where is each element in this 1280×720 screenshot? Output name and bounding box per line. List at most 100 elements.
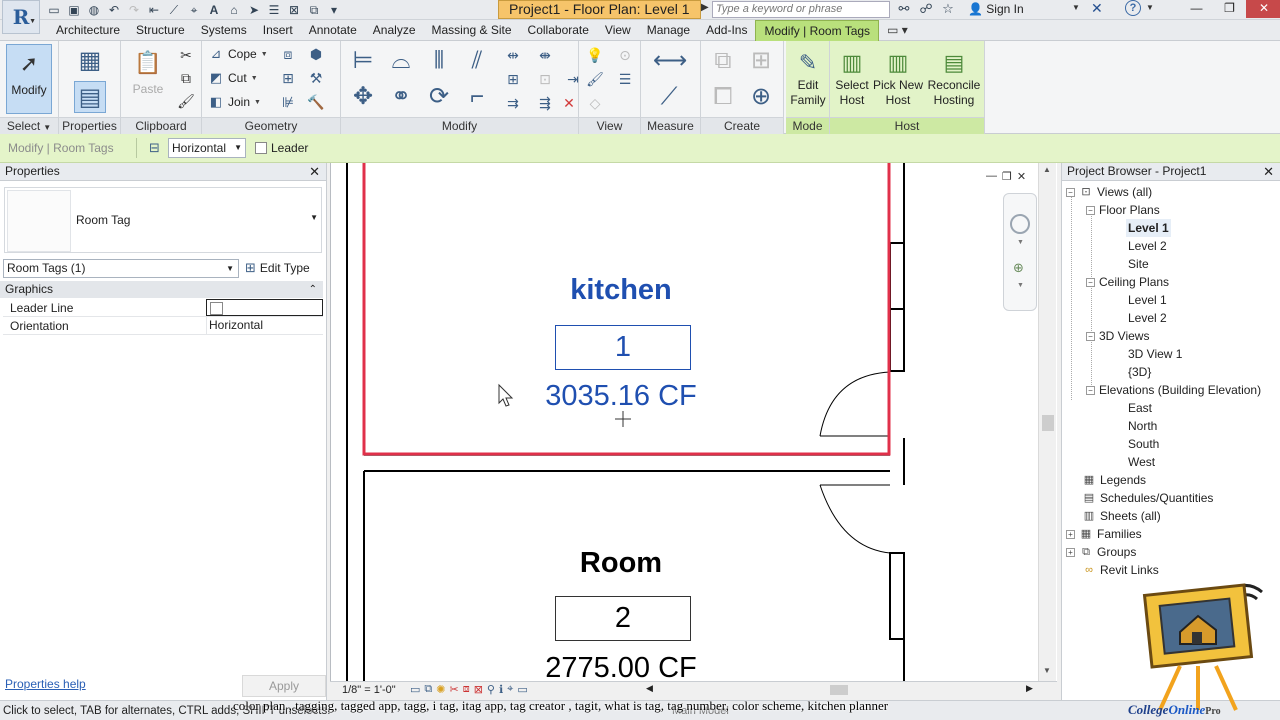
open-icon[interactable]: ▭: [46, 3, 62, 17]
view-override-icon[interactable]: ⊙: [615, 45, 635, 65]
split-icon[interactable]: ⇹: [503, 45, 523, 65]
scroll-thumb[interactable]: [1042, 415, 1054, 431]
scroll-down-icon[interactable]: ▼: [1043, 666, 1051, 675]
tree-node-level-2[interactable]: Level 2: [1128, 237, 1167, 255]
split-gap-icon[interactable]: ⇼: [535, 45, 555, 65]
beam-join-icon[interactable]: ⊯: [278, 92, 298, 112]
join-button[interactable]: ◧ Join ▼: [208, 92, 261, 112]
temporary-hide-icon[interactable]: ⚲: [487, 683, 495, 696]
chevron-down-icon[interactable]: ▼: [1146, 3, 1154, 12]
tab-systems[interactable]: Systems: [193, 20, 255, 41]
cut-geometry-button[interactable]: ◩ Cut ▼: [208, 68, 258, 88]
paste-button[interactable]: 📋 Paste: [125, 44, 171, 114]
sign-in-button[interactable]: 👤 Sign In: [968, 2, 1024, 16]
steering-wheel-icon[interactable]: [1010, 214, 1030, 234]
text-icon[interactable]: A: [206, 3, 222, 17]
undo-icon[interactable]: ↶: [106, 3, 122, 17]
orientation-select[interactable]: Horizontal ▼: [168, 138, 246, 158]
tree-node-3d-views[interactable]: −3D Views: [1086, 327, 1149, 345]
horizontal-scroll-thumb[interactable]: [830, 685, 848, 695]
thin-lines-icon[interactable]: ☰: [266, 3, 282, 17]
detail-level-icon[interactable]: ▭: [410, 683, 420, 696]
switch-windows-icon[interactable]: ⧉: [306, 3, 322, 17]
create-group-icon[interactable]: ⧠: [707, 81, 739, 113]
cope-button[interactable]: ⊿ Cope ▼: [208, 44, 268, 64]
close-icon[interactable]: ✕: [1263, 163, 1274, 180]
subscription-icon[interactable]: ☍: [918, 1, 934, 17]
wall-joins-icon[interactable]: ⧈: [278, 44, 298, 64]
room-number-tag[interactable]: 2: [555, 596, 691, 641]
dimension-icon[interactable]: ⟋: [166, 3, 182, 17]
trim-icon[interactable]: ⌐: [461, 81, 493, 113]
leader-checkbox[interactable]: [255, 142, 267, 154]
exchange-apps-icon[interactable]: ✕: [1091, 0, 1103, 17]
cut-icon[interactable]: ✂: [176, 45, 196, 65]
demolish-icon[interactable]: ⚒: [306, 68, 326, 88]
help-icon[interactable]: ?: [1125, 0, 1141, 16]
tree-node-floor-plans[interactable]: − Floor Plans: [1086, 201, 1160, 219]
close-icon[interactable]: ✕: [1017, 170, 1026, 183]
trim-multiple-icon[interactable]: ⇶: [535, 93, 555, 113]
ribbon-display-toggle[interactable]: ▭ ▾: [879, 20, 916, 41]
tab-add-ins[interactable]: Add-Ins: [698, 20, 755, 41]
tree-node-elevations[interactable]: − Elevations (Building Elevation): [1086, 381, 1261, 399]
redo-icon[interactable]: ↷: [126, 3, 142, 17]
tree-node-views[interactable]: − ⊡ Views (all): [1066, 183, 1152, 201]
chevron-right-icon[interactable]: ▶: [701, 2, 709, 13]
tree-node-sheets[interactable]: ▥ Sheets (all): [1082, 507, 1161, 525]
reveal-hidden-icon[interactable]: ℹ: [499, 683, 503, 696]
tree-node-west[interactable]: West: [1128, 453, 1155, 471]
3d-view-icon[interactable]: ⌂: [226, 3, 242, 17]
properties-icon[interactable]: ▤: [74, 81, 106, 113]
tab-collaborate[interactable]: Collaborate: [520, 20, 597, 41]
create-similar-icon[interactable]: ⊕: [745, 81, 777, 113]
mirror-draw-icon[interactable]: ⫽: [461, 45, 493, 77]
expand-toggle[interactable]: +: [1066, 547, 1075, 557]
modify-button[interactable]: ➚ Modify: [6, 44, 52, 114]
split-face-icon[interactable]: ⊞: [278, 68, 298, 88]
unpin-icon[interactable]: ⇉: [503, 93, 523, 113]
paintbrush-icon[interactable]: 🖌: [585, 69, 605, 89]
scroll-right-icon[interactable]: ▶: [1026, 683, 1033, 694]
close-icon[interactable]: ✕: [309, 163, 320, 180]
restore-icon[interactable]: ❐: [1002, 170, 1012, 183]
tree-node-groups[interactable]: + ⧉ Groups: [1066, 543, 1136, 561]
leader-line-checkbox[interactable]: [206, 299, 323, 316]
aligned-dimension-icon[interactable]: ⟋: [653, 81, 685, 113]
tab-architecture[interactable]: Architecture: [48, 20, 128, 41]
tab-structure[interactable]: Structure: [128, 20, 193, 41]
save-icon[interactable]: ▣: [66, 3, 82, 17]
tree-node-level-1[interactable]: Level 1: [1126, 219, 1171, 237]
chevron-down-icon[interactable]: ▼: [1017, 282, 1024, 289]
scroll-up-icon[interactable]: ▲: [1043, 165, 1051, 174]
binoculars-icon[interactable]: ⚯: [896, 1, 912, 17]
drawing-area[interactable]: kitchen 1 3035.16 CF Room 2 2775.00 CF —…: [330, 163, 1057, 681]
scroll-left-icon[interactable]: ◀: [646, 683, 653, 694]
edit-family-button[interactable]: ✎ Edit Family: [786, 44, 830, 114]
create-parts-icon[interactable]: ⊞: [745, 45, 777, 77]
close-icon[interactable]: ✕: [1246, 0, 1280, 18]
align-icon[interactable]: ⊨: [347, 45, 379, 77]
tree-node-ceiling-level-2[interactable]: Level 2: [1128, 309, 1167, 327]
star-icon[interactable]: ☆: [940, 1, 956, 17]
rotate-icon[interactable]: ⟳: [423, 81, 455, 113]
delete-icon[interactable]: ✕: [559, 93, 579, 113]
tree-node-site[interactable]: Site: [1128, 255, 1149, 273]
mirror-axis-icon[interactable]: ⫴: [423, 45, 455, 77]
room-volume-tag[interactable]: 3035.16 CF: [511, 380, 731, 413]
tree-node-east[interactable]: East: [1128, 399, 1152, 417]
section-icon[interactable]: ➤: [246, 3, 262, 17]
tab-analyze[interactable]: Analyze: [365, 20, 424, 41]
room-name-tag[interactable]: kitchen: [521, 274, 721, 307]
crop-view-icon[interactable]: ⧈: [463, 683, 470, 696]
hide-icon[interactable]: ◇: [585, 93, 605, 113]
view-scale[interactable]: 1/8" = 1'-0": [342, 684, 396, 696]
lightbulb-icon[interactable]: 💡: [585, 45, 605, 65]
crop-region-icon[interactable]: ⊠: [474, 683, 483, 696]
sun-path-icon[interactable]: ✺: [436, 683, 445, 696]
measure-icon[interactable]: ⇤: [146, 3, 162, 17]
tree-node-families[interactable]: + ▦ Families: [1066, 525, 1142, 543]
collapse-toggle[interactable]: −: [1086, 277, 1095, 287]
customize-qat-icon[interactable]: ▾: [326, 3, 342, 17]
instance-filter-select[interactable]: Room Tags (1) ▼: [3, 259, 239, 278]
